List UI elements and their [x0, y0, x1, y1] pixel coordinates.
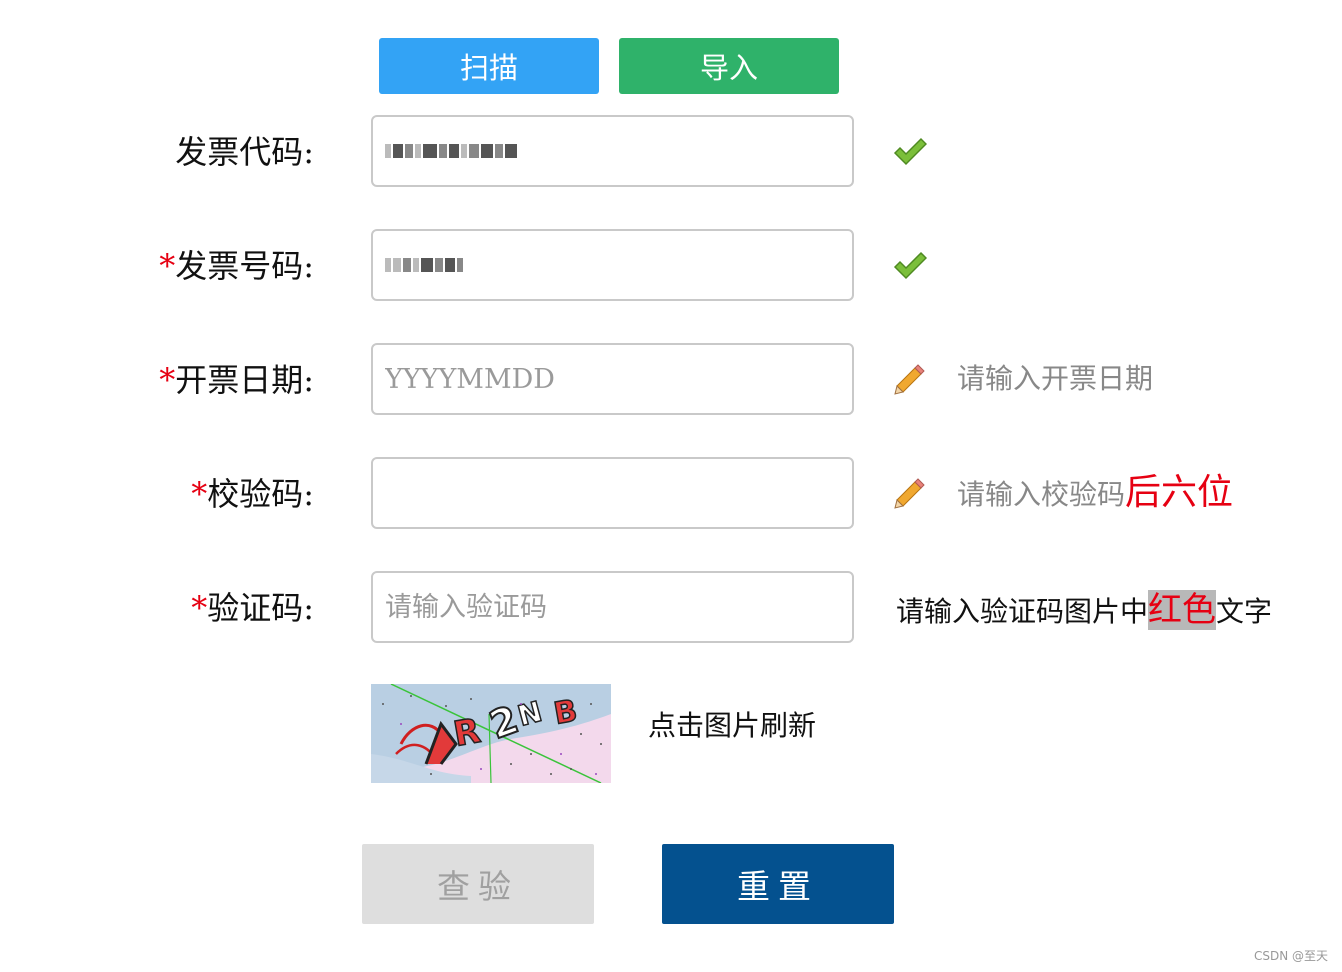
pencil-icon — [894, 478, 925, 509]
check-code-hint-emphasis: 后六位 — [1125, 472, 1234, 513]
captcha-refresh-text[interactable]: 点击图片刷新 — [648, 706, 816, 746]
check-code-input[interactable] — [371, 457, 854, 529]
invoice-number-input[interactable] — [371, 229, 854, 301]
invoice-code-input[interactable] — [371, 115, 854, 187]
invoice-date-label: *开票日期: — [159, 361, 314, 399]
invoice-date-hint: 请输入开票日期 — [957, 362, 1154, 395]
verify-code-hint-emphasis: 红色 — [1148, 590, 1217, 630]
watermark: CSDN @至天 — [1253, 949, 1328, 963]
captcha-image[interactable]: R 2 N B — [371, 684, 611, 783]
pencil-icon — [894, 364, 925, 395]
verify-code-label: *验证码: — [191, 589, 314, 627]
check-code-hint: 请输入校验码后六位 — [957, 472, 1234, 513]
scan-button[interactable]: 扫描 — [379, 38, 599, 94]
checkmark-icon — [893, 137, 927, 166]
invoice-number-label: *发票号码: — [159, 247, 314, 285]
checkmark-icon — [893, 251, 927, 280]
check-code-label: *校验码: — [191, 475, 314, 513]
verify-code-hint: 请输入验证码图片中红色文字 — [896, 590, 1273, 630]
reset-button[interactable]: 重置 — [662, 844, 894, 924]
invoice-code-label: 发票代码: — [175, 133, 314, 171]
check-button[interactable]: 查验 — [362, 844, 594, 924]
invoice-date-input[interactable] — [371, 343, 854, 415]
import-button[interactable]: 导入 — [619, 38, 839, 94]
verify-code-input[interactable] — [371, 571, 854, 643]
